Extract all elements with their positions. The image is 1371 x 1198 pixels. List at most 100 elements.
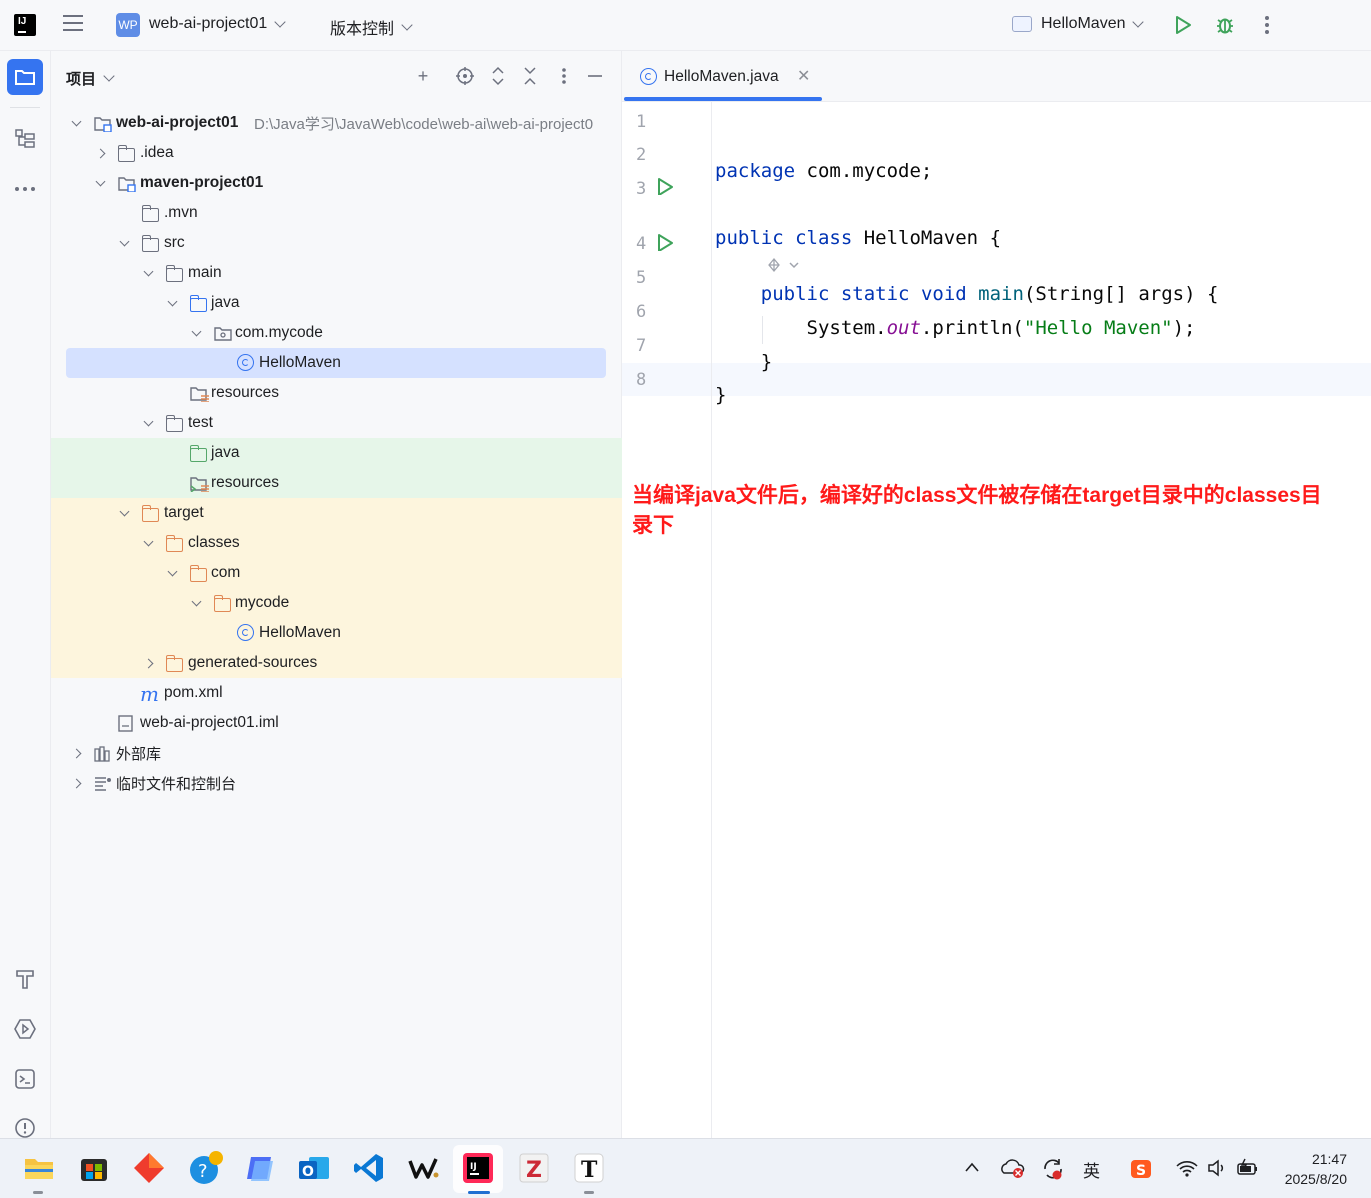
volume-icon[interactable] [1206, 1158, 1228, 1178]
chevron-right-icon[interactable] [70, 747, 82, 759]
run-class-gutter-icon[interactable] [656, 177, 674, 195]
tree-row-main[interactable]: main [51, 258, 622, 288]
chevron-right-icon[interactable] [142, 657, 154, 669]
tree-row-src[interactable]: src [51, 228, 622, 258]
hide-panel-icon[interactable] [585, 66, 605, 86]
battery-charging-icon[interactable] [1236, 1158, 1260, 1178]
ai-assistant-inlay-icon[interactable] [765, 256, 801, 274]
tree-row-test[interactable]: test [51, 408, 622, 438]
chevron-down-icon[interactable] [118, 506, 130, 519]
chevron-down-icon[interactable] [142, 416, 154, 429]
tree-row-classes[interactable]: classes [51, 528, 622, 558]
sogou-input-icon[interactable]: S [1128, 1157, 1154, 1181]
wps-icon[interactable] [406, 1151, 440, 1185]
code-token: package [715, 160, 796, 182]
chevron-down-icon[interactable] [118, 236, 130, 249]
project-badge[interactable]: WP [116, 13, 140, 37]
terminal-tool-button[interactable] [7, 1061, 43, 1097]
copilot-icon[interactable] [243, 1151, 277, 1185]
tree-row-package[interactable]: com.mycode [51, 318, 622, 348]
onedrive-offline-icon[interactable] [1000, 1157, 1026, 1179]
intellij-taskbar-icon[interactable]: IJ [461, 1151, 495, 1185]
chevron-down-icon[interactable] [142, 266, 154, 279]
tree-row-mycode[interactable]: mycode [51, 588, 622, 618]
code-line-6[interactable]: } [715, 351, 772, 373]
more-actions-icon[interactable] [1264, 15, 1270, 35]
tree-row-maven-project[interactable]: maven-project01 [51, 168, 622, 198]
file-explorer-icon[interactable] [22, 1151, 56, 1185]
wifi-icon[interactable] [1175, 1158, 1199, 1178]
code-line-1[interactable]: package com.mycode; [715, 160, 932, 182]
tree-row-idea[interactable]: .idea [51, 138, 622, 168]
tree-row-root[interactable]: web-ai-project01 D:\Java学习\JavaWeb\code\… [51, 108, 622, 138]
ime-indicator[interactable]: 英 [1083, 1157, 1100, 1182]
tree-row-hellomaven-selected[interactable]: HelloMaven [51, 348, 622, 378]
tree-row-scratches[interactable]: 临时文件和控制台 [51, 768, 622, 798]
chevron-down-icon[interactable] [190, 596, 202, 609]
tree-row-external-libraries[interactable]: 外部库 [51, 738, 622, 768]
typora-icon[interactable]: T [572, 1151, 606, 1185]
tree-row-test-java[interactable]: java [51, 438, 622, 468]
show-hidden-icons-chevron-up-icon[interactable] [964, 1161, 980, 1173]
tree-label: .mvn [164, 204, 198, 221]
chevron-down-icon[interactable] [70, 116, 82, 129]
more-tools-button[interactable] [7, 171, 43, 207]
run-main-gutter-icon[interactable] [656, 233, 674, 251]
system-clock[interactable]: 21:47 2025/8/20 [1285, 1149, 1347, 1189]
excluded-folder-icon [213, 595, 231, 612]
build-tool-button[interactable] [7, 961, 43, 997]
chevron-down-icon[interactable] [166, 296, 178, 309]
chevron-right-icon[interactable] [94, 147, 106, 159]
vcs-menu[interactable]: 版本控制 [330, 15, 413, 39]
vscode-icon[interactable] [352, 1151, 386, 1185]
tree-row-mvn[interactable]: .mvn [51, 198, 622, 228]
run-icon[interactable] [1173, 15, 1193, 35]
collapse-all-icon[interactable] [520, 66, 540, 86]
zotero-icon[interactable]: Z [517, 1151, 551, 1185]
tree-row-generated-sources[interactable]: generated-sources [51, 648, 622, 678]
outlook-icon[interactable]: O [297, 1151, 331, 1185]
code-token: static [840, 283, 910, 305]
tree-row-main-resources[interactable]: resources [51, 378, 622, 408]
intellij-logo-icon[interactable]: IJ [11, 11, 39, 39]
project-view-selector[interactable]: 项目 [66, 68, 115, 89]
close-tab-icon[interactable]: ✕ [797, 66, 810, 86]
tree-row-pom[interactable]: m pom.xml [51, 678, 622, 708]
tree-row-iml[interactable]: web-ai-project01.iml [51, 708, 622, 738]
code-line-4[interactable]: public static void main(String[] args) { [715, 283, 1219, 305]
run-config-selector[interactable]: HelloMaven [1012, 15, 1145, 33]
code-token: ); [1172, 317, 1196, 339]
chevron-down-icon[interactable] [94, 176, 106, 189]
editor-tab-hellomaven[interactable]: HelloMaven.java ✕ [622, 51, 822, 102]
tree-row-com[interactable]: com [51, 558, 622, 588]
app-diamond-icon[interactable] [132, 1151, 166, 1185]
main-menu-icon[interactable] [63, 15, 83, 33]
line-number: 2 [636, 145, 647, 165]
structure-tool-button[interactable] [7, 121, 43, 157]
project-tool-button[interactable] [7, 59, 43, 95]
locate-icon[interactable] [455, 66, 475, 86]
options-icon[interactable] [554, 66, 574, 86]
chevron-right-icon[interactable] [70, 777, 82, 789]
services-tool-button[interactable] [7, 1011, 43, 1047]
tree-row-hellomaven-class[interactable]: HelloMaven [51, 618, 622, 648]
tree-row-main-java[interactable]: java [51, 288, 622, 318]
tree-row-test-resources[interactable]: resources [51, 468, 622, 498]
folder-icon [117, 145, 135, 162]
tree-row-target[interactable]: target [51, 498, 622, 528]
sync-icon[interactable] [1040, 1157, 1066, 1181]
code-line-7[interactable]: } [715, 384, 726, 406]
chevron-down-icon[interactable] [190, 326, 202, 339]
debug-icon[interactable] [1214, 14, 1236, 36]
add-icon[interactable]: + [413, 66, 433, 86]
code-line-3[interactable]: public class HelloMaven { [715, 227, 1001, 249]
project-switcher[interactable]: web-ai-project01 [149, 15, 286, 33]
expand-all-icon[interactable] [488, 66, 508, 86]
chevron-down-icon[interactable] [142, 536, 154, 549]
chevron-down-icon[interactable] [166, 566, 178, 579]
store-icon[interactable] [77, 1151, 111, 1185]
module-folder-icon [94, 117, 112, 132]
code-line-5[interactable]: System.out.println("Hello Maven"); [715, 317, 1196, 339]
tree-label: resources [211, 474, 280, 491]
tips-icon[interactable]: ? [188, 1151, 223, 1185]
